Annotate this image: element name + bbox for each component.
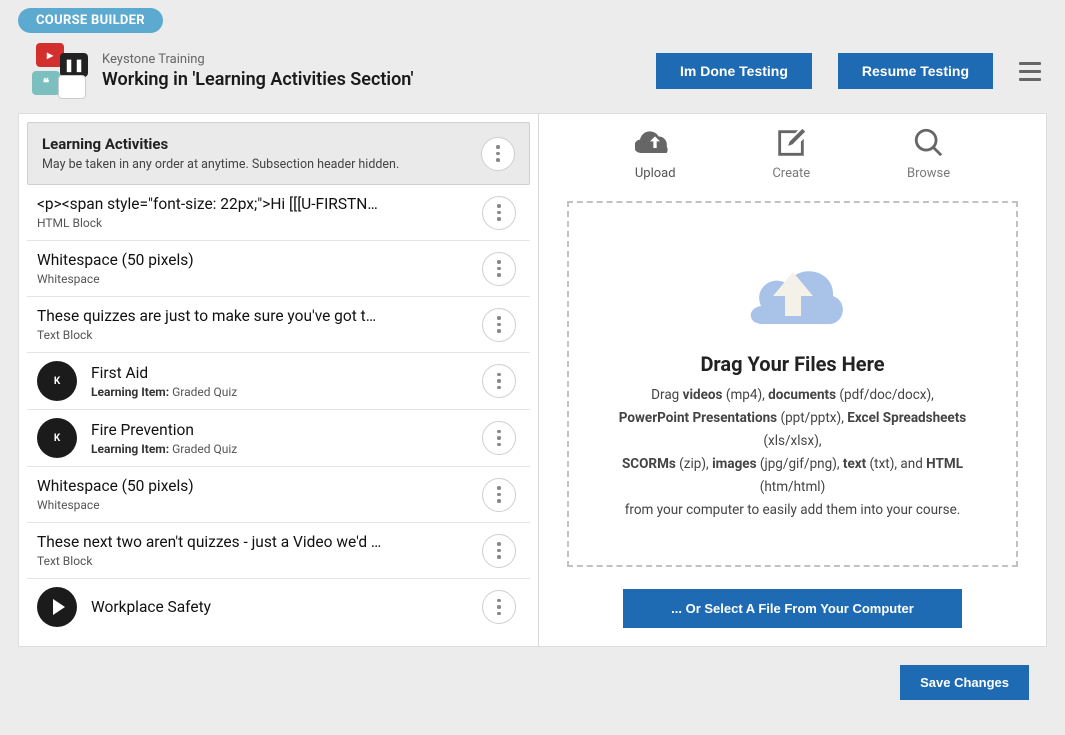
section-title: Learning Activities — [42, 135, 471, 153]
tab-label: Browse — [907, 166, 950, 181]
main-surface: Learning Activities May be taken in any … — [18, 113, 1047, 647]
activity-title: Whitespace (50 pixels) — [37, 251, 472, 269]
dropzone[interactable]: Drag Your Files Here Drag videos (mp4), … — [567, 201, 1018, 567]
chat-icon: ❝ — [32, 71, 60, 95]
done-testing-button[interactable]: Im Done Testing — [656, 53, 812, 89]
dropzone-title: Drag Your Files Here — [700, 352, 884, 376]
tab-label: Create — [772, 166, 810, 181]
book-icon: ❚❚ — [60, 53, 88, 77]
activity-subtitle: Whitespace — [37, 272, 472, 286]
activity-row[interactable]: These quizzes are just to make sure you'… — [27, 297, 530, 353]
search-icon — [909, 126, 949, 160]
app-icons: ▸ ❚❚ ❝ W — [32, 41, 88, 101]
activity-row[interactable]: Whitespace (50 pixels) Whitespace — [27, 467, 530, 523]
browse-tab[interactable]: Browse — [907, 126, 950, 181]
row-menu-icon[interactable] — [482, 364, 516, 398]
row-menu-icon[interactable] — [482, 308, 516, 342]
org-name: Keystone Training — [102, 52, 413, 67]
activity-subtitle: Text Block — [37, 328, 472, 342]
quiz-thumb-icon: K — [37, 361, 77, 401]
menu-icon[interactable] — [1019, 57, 1047, 85]
activity-title: Workplace Safety — [91, 598, 472, 616]
activity-row[interactable]: K Fire Prevention Learning Item: Graded … — [27, 410, 530, 467]
activity-row[interactable]: K First Aid Learning Item: Graded Quiz — [27, 353, 530, 410]
resume-testing-button[interactable]: Resume Testing — [838, 53, 993, 89]
upload-tab[interactable]: Upload — [635, 126, 676, 181]
activity-row[interactable]: Workplace Safety — [27, 579, 530, 635]
row-menu-icon[interactable] — [482, 252, 516, 286]
activity-subtitle: Text Block — [37, 554, 472, 568]
row-menu-icon[interactable] — [482, 421, 516, 455]
header-bar: ▸ ❚❚ ❝ W Keystone Training Working in 'L… — [0, 37, 1065, 113]
edit-icon — [771, 126, 811, 160]
activity-subtitle: Whitespace — [37, 498, 472, 512]
activity-title: <p><span style="font-size: 22px;">Hi [[[… — [37, 195, 472, 213]
create-tab[interactable]: Create — [771, 126, 811, 181]
row-menu-icon[interactable] — [482, 534, 516, 568]
section-menu-icon[interactable] — [481, 137, 515, 171]
save-changes-button[interactable]: Save Changes — [900, 665, 1029, 700]
activity-title: These quizzes are just to make sure you'… — [37, 307, 472, 325]
doc-icon: W — [58, 75, 86, 99]
upload-panel: Upload Create Browse Drag Your Files Her… — [539, 114, 1046, 646]
activity-row[interactable]: <p><span style="font-size: 22px;">Hi [[[… — [27, 185, 530, 241]
row-menu-icon[interactable] — [482, 478, 516, 512]
course-builder-badge: COURSE BUILDER — [18, 8, 163, 33]
activity-title: Fire Prevention — [91, 421, 472, 439]
activity-title: First Aid — [91, 364, 472, 382]
video-thumb-icon — [37, 587, 77, 627]
activity-subtitle: HTML Block — [37, 216, 472, 230]
cloud-icon — [733, 246, 853, 342]
activities-panel: Learning Activities May be taken in any … — [19, 114, 539, 646]
activity-subtitle: Learning Item: Graded Quiz — [91, 442, 472, 456]
page-title: Working in 'Learning Activities Section' — [102, 69, 413, 90]
select-file-button[interactable]: ... Or Select A File From Your Computer — [623, 589, 962, 628]
row-menu-icon[interactable] — [482, 590, 516, 624]
upload-tabbar: Upload Create Browse — [567, 126, 1018, 191]
tab-label: Upload — [635, 166, 676, 181]
section-header[interactable]: Learning Activities May be taken in any … — [27, 122, 530, 185]
dropzone-text: Drag videos (mp4), documents (pdf/doc/do… — [599, 384, 986, 522]
activity-subtitle: Learning Item: Graded Quiz — [91, 385, 472, 399]
activity-row[interactable]: These next two aren't quizzes - just a V… — [27, 523, 530, 579]
quiz-thumb-icon: K — [37, 418, 77, 458]
activity-row[interactable]: Whitespace (50 pixels) Whitespace — [27, 241, 530, 297]
row-menu-icon[interactable] — [482, 196, 516, 230]
activity-title: Whitespace (50 pixels) — [37, 477, 472, 495]
bottom-bar: Save Changes — [0, 655, 1065, 700]
cloud-upload-icon — [635, 126, 675, 160]
section-subtitle: May be taken in any order at anytime. Su… — [42, 157, 471, 172]
activity-title: These next two aren't quizzes - just a V… — [37, 533, 472, 551]
